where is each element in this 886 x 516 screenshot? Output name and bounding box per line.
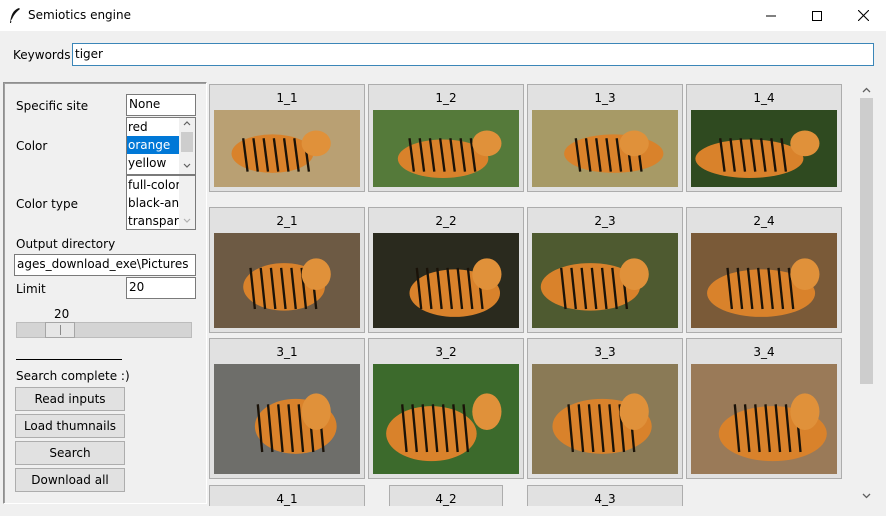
output-directory-input[interactable]: ages_download_exe\Pictures (14, 254, 196, 276)
separator (16, 359, 122, 360)
bottom-edge (0, 506, 886, 516)
tiger-image (564, 130, 664, 173)
maximize-button[interactable] (794, 0, 840, 31)
tiger-image (243, 258, 331, 311)
tiger-image (718, 393, 827, 462)
color-type-label: Color type (16, 197, 78, 211)
status-text: Search complete :) (16, 369, 130, 383)
tiger-photo[interactable] (373, 110, 519, 187)
chevron-down-icon[interactable] (183, 218, 191, 224)
tiger-photo[interactable] (532, 233, 678, 328)
minimize-icon (766, 15, 776, 16)
tiger-photo[interactable] (691, 110, 837, 187)
thumbnail-tile[interactable]: 1_3 (527, 84, 683, 192)
thumbnail-label: 2_3 (594, 214, 616, 228)
tiger-image (254, 393, 337, 454)
slider-value-label: 20 (54, 307, 70, 321)
thumbnail-tile[interactable]: 2_4 (686, 207, 842, 333)
feather-icon (10, 8, 20, 23)
slider-grip (60, 325, 62, 335)
color-label: Color (16, 139, 48, 153)
thumbnail-tile[interactable]: 3_1 (209, 338, 365, 479)
color-option-yellow[interactable]: yellow (127, 154, 179, 172)
color-option-orange[interactable]: orange (127, 136, 179, 154)
color-type-option-full-color[interactable]: full-color (127, 176, 179, 194)
tiger-image (707, 258, 820, 317)
output-directory-label: Output directory (16, 237, 116, 251)
load-thumbnails-button[interactable]: Load thumnails (15, 414, 125, 438)
thumbnail-tile[interactable]: 1_2 (368, 84, 524, 192)
read-inputs-button[interactable]: Read inputs (15, 387, 125, 411)
color-listbox[interactable]: red orange yellow (126, 117, 196, 175)
keywords-input[interactable]: tiger (72, 43, 874, 66)
title-bar: Semiotics engine (0, 0, 886, 31)
tiger-image (231, 130, 331, 173)
thumbnail-label: 3_1 (276, 345, 298, 359)
specific-site-label: Specific site (16, 99, 89, 113)
keywords-label: Keywords (13, 48, 71, 62)
tiger-photo[interactable] (691, 233, 837, 328)
limit-input[interactable]: 20 (126, 277, 196, 299)
color-type-listbox[interactable]: full-color black-and-white transparent (126, 175, 196, 230)
thumbnail-label: 4_3 (594, 492, 616, 506)
specific-site-input[interactable]: None (126, 94, 196, 116)
thumbnail-tile[interactable]: 2_1 (209, 207, 365, 333)
limit-slider-handle[interactable] (45, 322, 76, 338)
thumbnail-label: 1_1 (276, 91, 298, 105)
chevron-down-icon[interactable] (183, 163, 191, 169)
maximize-icon (812, 10, 822, 21)
color-option-red[interactable]: red (127, 118, 179, 136)
thumbnail-label: 1_4 (753, 91, 775, 105)
thumbnail-tile[interactable]: 3_2 (368, 338, 524, 479)
tiger-image (409, 258, 502, 317)
thumbnail-tile[interactable]: 1_1 (209, 84, 365, 192)
tiger-image (540, 258, 649, 311)
close-button[interactable] (840, 0, 886, 31)
thumbnail-label: 1_3 (594, 91, 616, 105)
window-title: Semiotics engine (28, 8, 131, 22)
tiger-photo[interactable] (373, 364, 519, 474)
thumbnail-label: 1_2 (435, 91, 457, 105)
color-listbox-scrollbar[interactable] (179, 118, 195, 174)
thumbnail-tile[interactable]: 2_3 (527, 207, 683, 333)
tiger-photo[interactable] (214, 364, 360, 474)
color-type-option-transparent[interactable]: transparent (127, 212, 179, 229)
chevron-up-icon[interactable] (862, 87, 871, 93)
tiger-photo[interactable] (214, 110, 360, 187)
tiger-photo[interactable] (373, 233, 519, 328)
thumbnail-scrollbar-thumb[interactable] (860, 98, 873, 384)
thumbnail-tile[interactable]: 2_2 (368, 207, 524, 333)
minimize-button[interactable] (748, 0, 794, 31)
thumbnail-label: 2_2 (435, 214, 457, 228)
tiger-photo[interactable] (532, 110, 678, 187)
search-button[interactable]: Search (15, 441, 125, 465)
tiger-image (397, 130, 502, 179)
limit-label: Limit (16, 282, 46, 296)
thumbnail-label: 4_1 (276, 492, 298, 506)
thumbnail-label: 3_3 (594, 345, 616, 359)
scrollbar-thumb[interactable] (181, 132, 193, 152)
color-type-option-black-and-white[interactable]: black-and-white (127, 194, 179, 212)
thumbnail-tile[interactable]: 3_4 (686, 338, 842, 479)
thumbnail-label: 4_2 (435, 492, 457, 506)
tiger-image (552, 393, 652, 454)
thumbnail-tile[interactable]: 1_4 (686, 84, 842, 192)
tiger-photo[interactable] (691, 364, 837, 474)
tiger-image (695, 130, 820, 179)
chevron-down-icon[interactable] (862, 493, 871, 499)
thumbnail-label: 3_2 (435, 345, 457, 359)
thumbnail-label: 3_4 (753, 345, 775, 359)
thumbnail-label: 2_4 (753, 214, 775, 228)
tiger-photo[interactable] (532, 364, 678, 474)
close-icon (857, 10, 869, 21)
color-type-listbox-scrollbar[interactable] (179, 176, 195, 229)
limit-slider[interactable] (16, 322, 192, 338)
tiger-image (386, 393, 502, 462)
thumbnail-label: 2_1 (276, 214, 298, 228)
thumbnail-tile[interactable]: 3_3 (527, 338, 683, 479)
chevron-up-icon[interactable] (183, 120, 191, 126)
tiger-photo[interactable] (214, 233, 360, 328)
download-all-button[interactable]: Download all (15, 468, 125, 492)
